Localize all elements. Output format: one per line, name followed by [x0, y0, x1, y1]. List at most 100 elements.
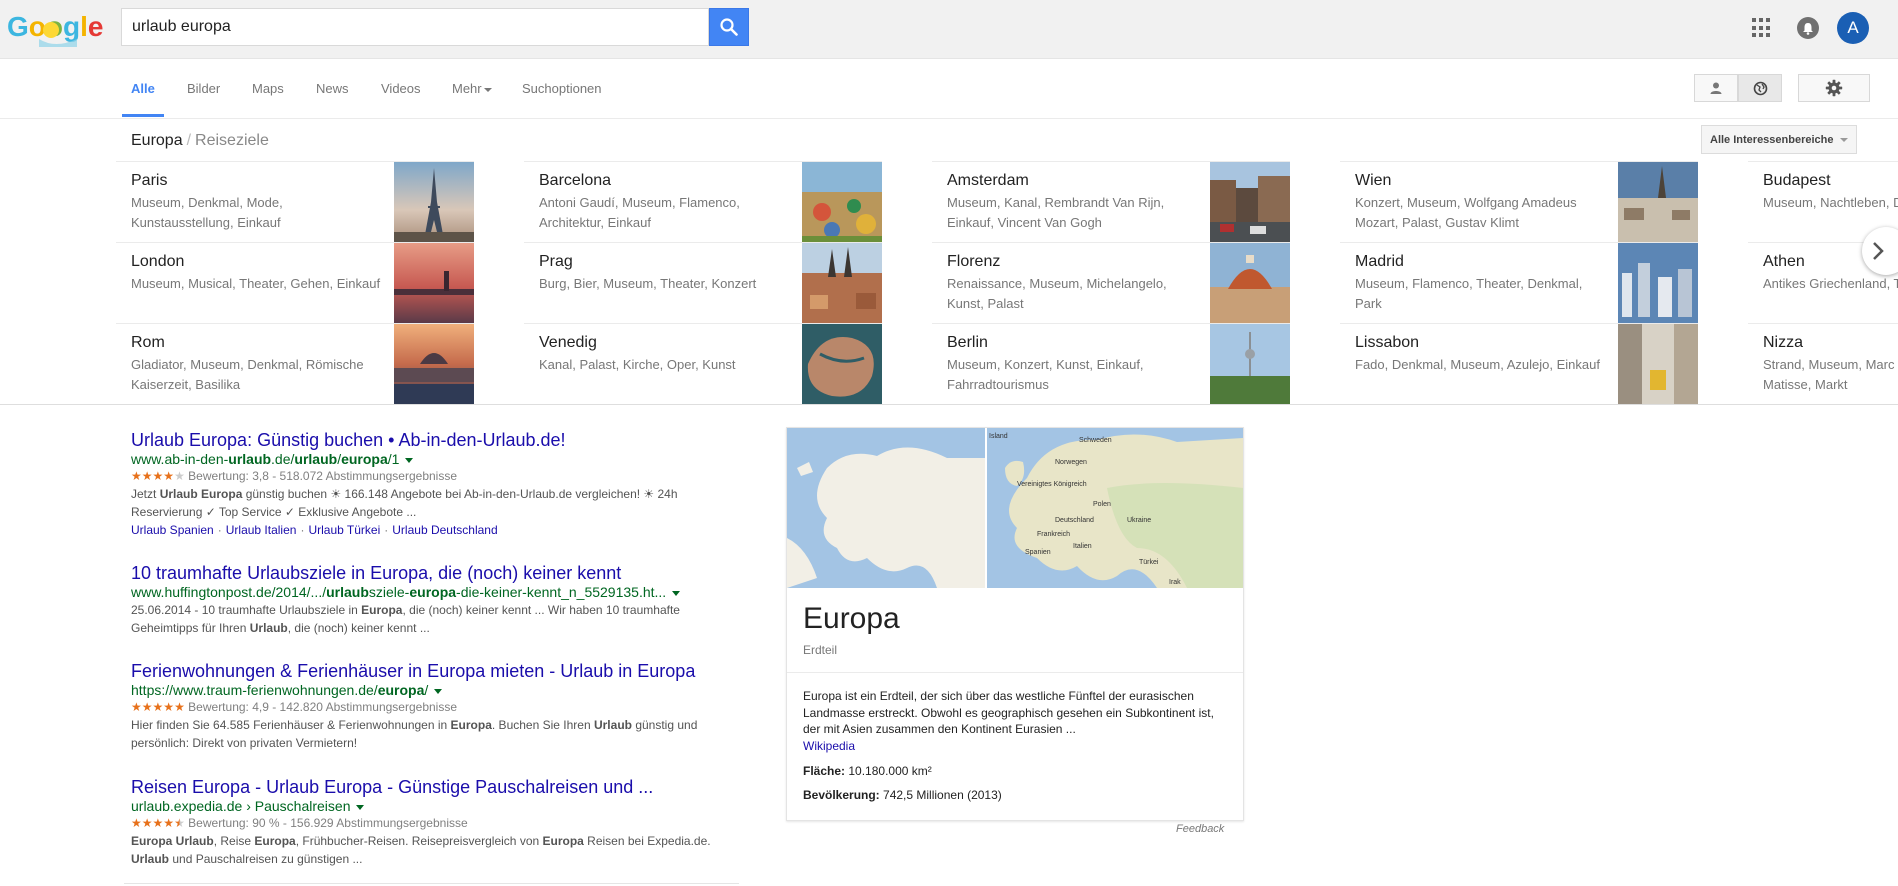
result-title-link[interactable]: Urlaub Europa: Günstig buchen • Ab-in-de…: [131, 429, 741, 451]
result-title-link[interactable]: 10 traumhafte Urlaubsziele in Europa, di…: [131, 562, 741, 584]
knowledge-panel: Island Schweden Norwegen Vereinigtes Kön…: [786, 427, 1244, 821]
fact-population: Bevölkerung: 742,5 Millionen (2013): [803, 788, 1002, 802]
map-label-italien: Italien: [1073, 543, 1092, 550]
breadcrumb-reiseziele: Reiseziele: [195, 132, 269, 149]
sitelink-urlaub-tuerkei[interactable]: Urlaub Türkei: [308, 523, 380, 537]
destination-card-prag[interactable]: Prag Burg, Bier, Museum, Theater, Konzer…: [524, 242, 882, 323]
destination-card-berlin[interactable]: Berlin Museum, Konzert, Kunst, Einkauf, …: [932, 323, 1290, 404]
destination-tags: Antikes Griechenland, Theater, Tempel: [1763, 276, 1898, 291]
destination-tags: Gladiator, Museum, Denkmal, Römische Kai…: [131, 357, 364, 392]
map-label-island: Island: [989, 433, 1008, 440]
apps-grid-icon[interactable]: [1752, 18, 1772, 38]
destination-card-paris[interactable]: Paris Museum, Denkmal, Mode, Kunstausste…: [116, 161, 474, 242]
active-tab-indicator: [122, 114, 164, 117]
google-doodle-logo[interactable]: Google: [7, 9, 103, 49]
personal-results-button[interactable]: [1694, 74, 1738, 102]
destination-card-nizza[interactable]: Nizza Strand, Museum, Marc Chagall, Henr…: [1748, 323, 1898, 403]
destination-photo-london: [394, 243, 474, 323]
result-title-link[interactable]: Ferienwohnungen & Ferienhäuser in Europa…: [131, 660, 741, 682]
search-box[interactable]: [121, 8, 709, 46]
destinations-carousel: Paris Museum, Denkmal, Mode, Kunstausste…: [0, 161, 1898, 405]
map-label-norwegen: Norwegen: [1055, 459, 1087, 466]
sitelink-urlaub-italien[interactable]: Urlaub Italien: [226, 523, 297, 537]
fact-label[interactable]: Fläche:: [803, 764, 845, 778]
destination-card-wien[interactable]: Wien Konzert, Museum, Wolfgang Amadeus M…: [1340, 161, 1698, 242]
tab-mehr[interactable]: Mehr: [452, 81, 492, 96]
destination-name: Barcelona: [539, 172, 612, 189]
wikipedia-link[interactable]: Wikipedia: [803, 739, 855, 753]
destination-card-madrid[interactable]: Madrid Museum, Flamenco, Theater, Denkma…: [1340, 242, 1698, 323]
tab-alle[interactable]: Alle: [131, 81, 155, 96]
rating-text: Bewertung: 4,9 - 142.820 Abstimmungserge…: [188, 700, 457, 714]
result-url-dropdown-arrow[interactable]: [672, 590, 681, 596]
destination-name: Berlin: [947, 334, 988, 351]
destination-photo-barcelona: [802, 162, 882, 242]
destination-tags: Burg, Bier, Museum, Theater, Konzert: [539, 276, 757, 291]
destination-card-venedig[interactable]: Venedig Kanal, Palast, Kirche, Oper, Kun…: [524, 323, 882, 404]
destination-tags: Museum, Musical, Theater, Gehen, Einkauf: [131, 276, 381, 291]
result-url-dropdown-arrow[interactable]: [405, 457, 414, 463]
description-text: Europa ist ein Erdteil, der sich über da…: [803, 689, 1214, 736]
tab-videos[interactable]: Videos: [381, 81, 421, 96]
destination-card-amsterdam[interactable]: Amsterdam Museum, Kanal, Rembrandt Van R…: [932, 161, 1290, 242]
destination-card-lissabon[interactable]: Lissabon Fado, Denkmal, Museum, Azulejo,…: [1340, 323, 1698, 404]
chevron-right-icon: [1873, 242, 1884, 260]
result-rating: ★★★★★ Bewertung: 4,9 - 142.820 Abstimmun…: [131, 699, 741, 716]
europe-detail-map[interactable]: Island Schweden Norwegen Vereinigtes Kön…: [987, 428, 1243, 588]
fact-label[interactable]: Bevölkerung:: [803, 788, 880, 802]
chevron-down-icon: [483, 87, 492, 92]
global-results-button[interactable]: [1738, 74, 1782, 102]
settings-button[interactable]: [1798, 74, 1870, 102]
destination-tags: Fado, Denkmal, Museum, Azulejo, Einkauf: [1355, 357, 1600, 372]
tab-maps[interactable]: Maps: [252, 81, 284, 96]
map-label-polen: Polen: [1093, 501, 1111, 508]
destination-photo-madrid: [1618, 243, 1698, 323]
destination-card-florenz[interactable]: Florenz Renaissance, Museum, Michelangel…: [932, 242, 1290, 323]
interest-filter-dropdown[interactable]: Alle Interessenbereiche: [1701, 125, 1857, 154]
destination-name: Prag: [539, 253, 573, 270]
destination-tags: Museum, Konzert, Kunst, Einkauf, Fahrrad…: [947, 357, 1144, 392]
destination-card-london[interactable]: London Museum, Musical, Theater, Gehen, …: [116, 242, 474, 323]
result-title-link[interactable]: Reisen Europa - Urlaub Europa - Günstige…: [131, 776, 741, 798]
sitelink-urlaub-deutschland[interactable]: Urlaub Deutschland: [392, 523, 497, 537]
account-avatar[interactable]: A: [1837, 12, 1869, 44]
destination-name: Wien: [1355, 172, 1392, 189]
top-bar: Google A: [0, 0, 1898, 59]
europe-overview-map[interactable]: [787, 428, 985, 588]
result-url-dropdown-arrow[interactable]: [434, 688, 443, 694]
fact-area: Fläche: 10.180.000 km²: [803, 764, 932, 778]
destination-name: Venedig: [539, 334, 597, 351]
map-label-frankreich: Frankreich: [1037, 531, 1070, 538]
tab-suchoptionen[interactable]: Suchoptionen: [522, 81, 602, 96]
destination-photo-wien: [1618, 162, 1698, 242]
feedback-link[interactable]: Feedback: [1176, 823, 1224, 835]
destination-tags: Renaissance, Museum, Michelangelo, Kunst…: [947, 276, 1167, 311]
map-label-ukraine: Ukraine: [1127, 517, 1151, 524]
notifications-bell-icon[interactable]: [1797, 17, 1819, 39]
destination-photo-florenz: [1210, 243, 1290, 323]
destination-card-rom[interactable]: Rom Gladiator, Museum, Denkmal, Römische…: [116, 323, 474, 404]
result-url-dropdown-arrow[interactable]: [356, 804, 365, 810]
rating-stars: ★★★★★: [131, 469, 185, 483]
destination-photo-prag: [802, 243, 882, 323]
tab-bilder[interactable]: Bilder: [187, 81, 220, 96]
map-label-spanien: Spanien: [1025, 549, 1051, 556]
destination-photo-venedig: [802, 324, 882, 404]
rating-text: Bewertung: 90 % - 156.929 Abstimmungserg…: [188, 816, 468, 830]
sitelink-urlaub-spanien[interactable]: Urlaub Spanien: [131, 523, 214, 537]
destination-tags: Strand, Museum, Marc Chagall, Henri Mati…: [1763, 357, 1898, 392]
fact-value: 742,5 Millionen (2013): [883, 788, 1002, 802]
search-nav-bar: Alle Bilder Maps News Videos Mehr Suchop…: [0, 59, 1898, 119]
interest-filter-label: Alle Interessenbereiche: [1710, 133, 1834, 146]
destination-card-barcelona[interactable]: Barcelona Antoni Gaudí, Museum, Flamenco…: [524, 161, 882, 242]
destination-photo-berlin: [1210, 324, 1290, 404]
result-rating: ★★★★★ Bewertung: 3,8 - 518.072 Abstimmun…: [131, 468, 741, 485]
result-rating: ★★★★★ Bewertung: 90 % - 156.929 Abstimmu…: [131, 815, 741, 832]
result-url: urlaub.expedia.de › Pauschalreisen: [131, 798, 741, 815]
breadcrumb-europa[interactable]: Europa: [131, 132, 183, 149]
search-button[interactable]: [709, 8, 749, 46]
search-input[interactable]: [122, 9, 702, 45]
search-result: Ferienwohnungen & Ferienhäuser in Europa…: [131, 660, 741, 752]
search-result: Urlaub Europa: Günstig buchen • Ab-in-de…: [131, 429, 741, 539]
tab-news[interactable]: News: [316, 81, 349, 96]
